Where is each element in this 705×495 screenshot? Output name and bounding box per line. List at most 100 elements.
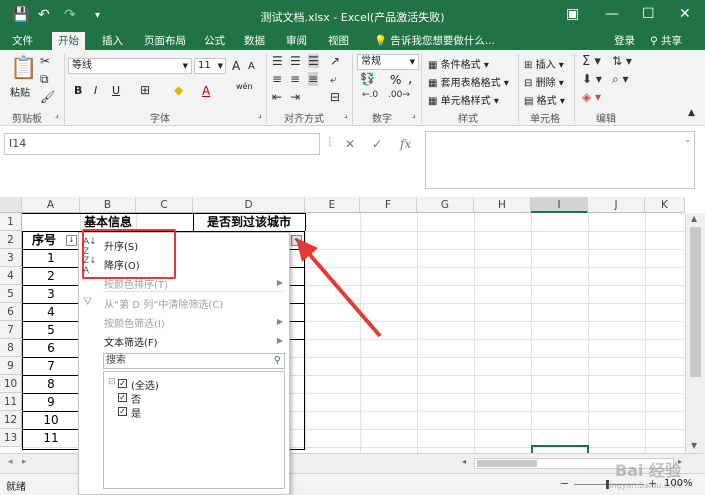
autosum-icon[interactable]: Σ ▾ bbox=[582, 54, 601, 69]
list-item-select-all[interactable]: (全选) bbox=[131, 377, 159, 392]
increase-font-icon[interactable]: A bbox=[232, 59, 240, 73]
align-top-icon[interactable]: ☰ bbox=[272, 54, 283, 68]
checkbox-yes[interactable]: ✓ bbox=[118, 407, 127, 416]
col-header-h[interactable]: H bbox=[474, 197, 531, 213]
tell-me-box[interactable]: 💡 告诉我您想要做什么... bbox=[368, 32, 501, 50]
currency-icon[interactable]: 💱 bbox=[360, 72, 375, 86]
tab-page-layout[interactable]: 页面布局 bbox=[138, 32, 192, 50]
cell-styles-button[interactable]: ▦ 单元格样式 ▾ bbox=[428, 92, 499, 107]
merge-center-icon[interactable]: ⊟ bbox=[330, 90, 340, 104]
cell-seq[interactable]: 2 bbox=[22, 267, 80, 285]
align-left-icon[interactable]: ≡ bbox=[272, 72, 282, 86]
row-header-5[interactable]: 5 bbox=[0, 285, 22, 303]
scroll-left-icon[interactable]: ◂ bbox=[462, 457, 466, 466]
fill-color-icon[interactable]: ◆ bbox=[174, 83, 183, 97]
row-header-7[interactable]: 7 bbox=[0, 321, 22, 339]
col-header-f[interactable]: F bbox=[360, 197, 417, 213]
align-center-icon[interactable]: ≡ bbox=[290, 72, 300, 86]
cell-seq[interactable]: 7 bbox=[22, 357, 80, 375]
row-header-8[interactable]: 8 bbox=[0, 339, 22, 357]
comma-button[interactable]: , bbox=[408, 71, 412, 87]
prev-sheet-icon[interactable]: ◂ bbox=[8, 457, 13, 467]
delete-cells-button[interactable]: ⊟ 删除 ▾ bbox=[524, 74, 564, 89]
sort-filter-icon[interactable]: ⇅ ▾ bbox=[612, 54, 632, 68]
scroll-thumb[interactable] bbox=[690, 227, 701, 377]
expand-formula-icon[interactable]: ⌄ bbox=[684, 135, 692, 145]
filter-search-input[interactable]: 搜索 ⚲ bbox=[103, 353, 285, 369]
row-header-4[interactable]: 4 bbox=[0, 267, 22, 285]
checkbox-no[interactable]: ✓ bbox=[118, 393, 127, 402]
align-bottom-icon[interactable]: ☰ bbox=[308, 54, 319, 68]
paste-label[interactable]: 粘贴 bbox=[10, 84, 30, 99]
h-scroll-thumb[interactable] bbox=[477, 460, 537, 467]
close-icon[interactable]: ✕ bbox=[679, 6, 691, 22]
formula-input[interactable] bbox=[425, 131, 695, 189]
cell-seq[interactable]: 8 bbox=[22, 375, 80, 393]
name-box[interactable]: I14 bbox=[4, 133, 320, 155]
scroll-down-icon[interactable]: ▼ bbox=[691, 441, 697, 450]
decrease-decimal-icon[interactable]: .00→ bbox=[388, 90, 410, 100]
tab-home[interactable]: 开始 bbox=[52, 32, 85, 50]
ribbon-display-icon[interactable]: ▣ bbox=[566, 6, 579, 22]
login-link[interactable]: 登录 bbox=[608, 32, 641, 50]
copy-icon[interactable]: ⧉ bbox=[40, 72, 49, 87]
paste-icon[interactable]: 📋 bbox=[10, 56, 37, 81]
filter-sort-icon[interactable]: ↓ bbox=[66, 235, 77, 246]
phonetic-guide-icon[interactable]: wén bbox=[236, 82, 253, 91]
cell-d1[interactable]: 是否到过该城市 bbox=[193, 213, 305, 231]
cell-seq[interactable]: 11 bbox=[22, 429, 80, 447]
cell-seq[interactable]: 1 bbox=[22, 249, 80, 267]
borders-icon[interactable]: ⊞ bbox=[140, 83, 150, 97]
col-header-d[interactable]: D bbox=[193, 197, 305, 213]
minimize-icon[interactable]: — bbox=[605, 6, 619, 22]
decrease-indent-icon[interactable]: ⇤ bbox=[272, 90, 282, 104]
align-right-icon[interactable]: ≡ bbox=[308, 72, 319, 86]
format-cells-button[interactable]: ▤ 格式 ▾ bbox=[524, 92, 565, 107]
conditional-format-button[interactable]: ▦ 条件格式 ▾ bbox=[428, 56, 489, 71]
clipboard-launcher-icon[interactable]: ⌟ bbox=[55, 110, 59, 119]
share-button[interactable]: ⚲ 共享 bbox=[644, 32, 688, 50]
increase-indent-icon[interactable]: ⇥ bbox=[290, 90, 300, 104]
bold-button[interactable]: B bbox=[74, 84, 82, 97]
list-item-yes[interactable]: 是 bbox=[131, 405, 141, 420]
checkbox-select-all[interactable]: ✓ bbox=[118, 379, 127, 388]
tab-file[interactable]: 文件 bbox=[6, 32, 39, 50]
tab-review[interactable]: 审阅 bbox=[280, 32, 313, 50]
maximize-icon[interactable]: ☐ bbox=[642, 6, 655, 22]
cell-seq[interactable]: 10 bbox=[22, 411, 80, 429]
row-header-12[interactable]: 12 bbox=[0, 411, 22, 429]
tab-data[interactable]: 数据 bbox=[238, 32, 271, 50]
align-middle-icon[interactable]: ☰ bbox=[290, 54, 301, 68]
cell-seq[interactable]: 9 bbox=[22, 393, 80, 411]
enter-icon[interactable]: ✓ bbox=[372, 137, 382, 151]
cancel-icon[interactable]: ✕ bbox=[345, 137, 355, 151]
insert-cells-button[interactable]: ⊞ 插入 ▾ bbox=[524, 56, 564, 71]
clear-icon[interactable]: ◈ ▾ bbox=[582, 90, 601, 104]
col-header-c[interactable]: C bbox=[136, 197, 193, 213]
col-header-i[interactable]: I bbox=[531, 197, 588, 213]
italic-button[interactable]: I bbox=[94, 84, 97, 97]
row-header-11[interactable]: 11 bbox=[0, 393, 22, 411]
select-all-corner[interactable] bbox=[0, 197, 22, 213]
tab-insert[interactable]: 插入 bbox=[96, 32, 129, 50]
format-painter-icon[interactable]: 🖌 bbox=[40, 90, 55, 104]
tab-view[interactable]: 视图 bbox=[322, 32, 355, 50]
col-header-k[interactable]: K bbox=[645, 197, 685, 213]
decrease-font-icon[interactable]: A bbox=[248, 61, 255, 72]
cell-seq[interactable]: 5 bbox=[22, 321, 80, 339]
scroll-up-icon[interactable]: ▲ bbox=[691, 214, 697, 223]
col-header-j[interactable]: J bbox=[588, 197, 645, 213]
font-launcher-icon[interactable]: ⌟ bbox=[258, 110, 262, 119]
row-header-9[interactable]: 9 bbox=[0, 357, 22, 375]
collapse-ribbon-icon[interactable]: ▲ bbox=[688, 108, 695, 118]
row-header-6[interactable]: 6 bbox=[0, 303, 22, 321]
font-size-select[interactable]: 11 ▼ bbox=[194, 58, 226, 74]
text-filter-item[interactable]: 文本筛选(F) bbox=[104, 334, 158, 349]
zoom-out-icon[interactable]: − bbox=[560, 477, 569, 490]
next-sheet-icon[interactable]: ▸ bbox=[22, 457, 27, 467]
cut-icon[interactable]: ✂ bbox=[40, 54, 50, 68]
increase-decimal-icon[interactable]: ←.0 bbox=[362, 90, 378, 100]
underline-button[interactable]: U bbox=[112, 84, 120, 97]
tab-formulas[interactable]: 公式 bbox=[198, 32, 231, 50]
fill-icon[interactable]: ⬇ ▾ bbox=[582, 72, 602, 86]
